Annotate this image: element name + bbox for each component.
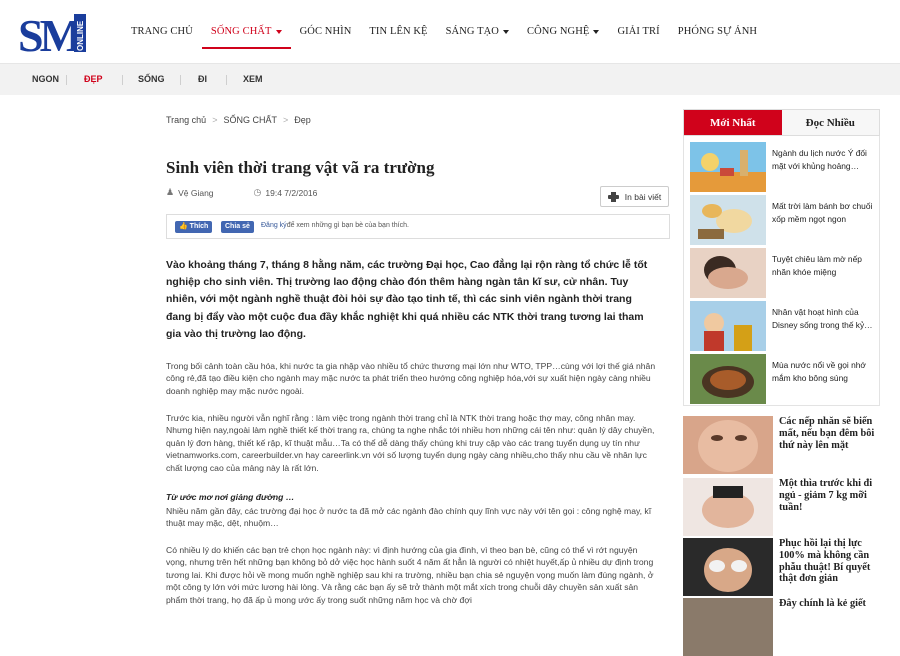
- tab-moi-nhat[interactable]: Mới Nhất: [684, 110, 782, 135]
- nav-song-chat[interactable]: SỐNG CHẤT: [201, 0, 291, 63]
- site-logo[interactable]: SM ONLINE: [18, 11, 86, 55]
- thumbnail-image[interactable]: [690, 142, 766, 192]
- nav-tin-len-ke[interactable]: TIN LÊN KỆ: [360, 0, 436, 63]
- breadcrumb: Trang chủ > SỐNG CHẤT > Đẹp: [166, 115, 311, 125]
- subnav-song[interactable]: SỐNG: [138, 64, 165, 96]
- nav-goc-nhin[interactable]: GÓC NHÌN: [291, 0, 361, 63]
- article-paragraph: Trong bối cảnh toàn cầu hóa, khi nước ta…: [166, 361, 656, 396]
- thumbnail-image[interactable]: [690, 195, 766, 245]
- divider: [180, 75, 181, 85]
- list-item[interactable]: Mất trời làm bánh bơ chuối xốp mềm ngọt …: [690, 195, 876, 245]
- article-paragraph: Trước kia, nhiều người vẫn nghĩ rằng : l…: [166, 413, 655, 473]
- nav-sang-tao[interactable]: SÁNG TẠO: [437, 0, 518, 63]
- user-icon: ♟: [166, 187, 175, 197]
- chevron-down-icon: [275, 29, 282, 34]
- list-item[interactable]: Tuyệt chiêu làm mờ nếp nhăn khóe miệng: [690, 248, 876, 298]
- divider: [122, 75, 123, 85]
- promo-title[interactable]: Phục hồi lại thị lực 100% mà không cần p…: [779, 538, 883, 585]
- nav-cong-nghe[interactable]: CÔNG NGHỆ: [518, 0, 608, 63]
- article-title: Sinh viên thời trang vật vã ra trường: [166, 158, 435, 177]
- article-paragraph: Có nhiều lý do khiến các bạn trẻ chọn họ…: [166, 545, 654, 605]
- article-datetime: 19:4 7/2/2016: [265, 187, 318, 198]
- list-item-title[interactable]: Mùa nước nổi về gọi nhớ mắm kho bông sún…: [772, 359, 878, 384]
- nav-phong-su-anh[interactable]: PHÓNG SỰ ẢNH: [669, 0, 766, 63]
- promo-title[interactable]: Một thìa trước khi đi ngủ - giảm 7 kg mỡ…: [779, 478, 883, 513]
- subnav-xem[interactable]: XEM: [243, 64, 263, 96]
- promo-item[interactable]: Đây chính là kẻ giết: [683, 598, 883, 656]
- promo-item[interactable]: Một thìa trước khi đi ngủ - giảm 7 kg mỡ…: [683, 478, 883, 536]
- list-item-title[interactable]: Mất trời làm bánh bơ chuối xốp mềm ngọt …: [772, 200, 878, 225]
- fb-text: Đăng kýđể xem những gì bạn bè của bạn th…: [261, 222, 409, 229]
- list-item-title[interactable]: Nhân vật hoạt hình của Disney sống trong…: [772, 306, 878, 331]
- nav-giai-tri[interactable]: GIẢI TRÍ: [608, 0, 668, 63]
- list-item-title[interactable]: Tuyệt chiêu làm mờ nếp nhăn khóe miệng: [772, 253, 878, 278]
- fb-register-link[interactable]: Đăng ký: [261, 222, 287, 229]
- tab-doc-nhieu[interactable]: Đọc Nhiều: [781, 110, 879, 135]
- promo-image[interactable]: [683, 416, 773, 474]
- article-subheading: Từ ước mơ nơi giảng đường …: [166, 492, 295, 502]
- fb-like-button[interactable]: 👍 Thích: [175, 221, 213, 233]
- promo-image[interactable]: [683, 478, 773, 536]
- subnav-ngon[interactable]: NGON: [32, 64, 59, 96]
- subnav-di[interactable]: ĐI: [198, 64, 207, 96]
- chevron-down-icon: [502, 29, 509, 34]
- main-nav: TRANG CHỦ SỐNG CHẤT GÓC NHÌN TIN LÊN KỆ …: [122, 0, 766, 63]
- printer-icon: [607, 191, 619, 202]
- chevron-down-icon: [593, 29, 600, 34]
- chevron-right-icon: >: [282, 115, 289, 125]
- promo-item[interactable]: Phục hồi lại thị lực 100% mà không cần p…: [683, 538, 883, 596]
- print-button[interactable]: In bài viết: [600, 186, 669, 207]
- breadcrumb-category[interactable]: Đẹp: [294, 115, 311, 125]
- thumbnail-image[interactable]: [690, 301, 766, 351]
- nav-home[interactable]: TRANG CHỦ: [122, 0, 202, 63]
- promo-image[interactable]: [683, 538, 773, 596]
- article-meta: ♟ Vệ Giang ◷ 19:4 7/2/2016: [166, 187, 317, 198]
- list-item[interactable]: Ngành du lịch nước Ý đối mặt với khủng h…: [690, 142, 876, 192]
- list-item-title[interactable]: Ngành du lịch nước Ý đối mặt với khủng h…: [772, 147, 878, 172]
- thumbnail-image[interactable]: [690, 354, 766, 404]
- fb-share-button[interactable]: Chia sẻ: [221, 221, 254, 233]
- sidebar-tabs: Mới Nhất Đọc Nhiều: [683, 109, 880, 136]
- article-paragraph: Nhiều năm gần đây, các trường đại học ở …: [166, 506, 652, 529]
- subnav-dep[interactable]: ĐẸP: [84, 64, 103, 96]
- facebook-like-box: 👍 Thích Chia sẻ Đăng kýđể xem những gì b…: [166, 214, 670, 239]
- chevron-right-icon: >: [212, 115, 218, 125]
- top-navbar: SM ONLINE TRANG CHỦ SỐNG CHẤT GÓC NHÌN T…: [0, 0, 900, 63]
- sub-navbar: NGON ĐẸP SỐNG ĐI XEM: [0, 63, 900, 95]
- article-author[interactable]: Vệ Giang: [178, 188, 213, 198]
- logo-letters: SM: [18, 11, 83, 55]
- logo-sub: ONLINE: [76, 20, 85, 51]
- divider: [226, 75, 227, 85]
- divider: [66, 75, 67, 85]
- promo-item[interactable]: Các nếp nhăn sẽ biến mất, nếu bạn đêm bô…: [683, 416, 883, 474]
- clock-icon: ◷: [253, 187, 262, 197]
- list-item[interactable]: Nhân vật hoạt hình của Disney sống trong…: [690, 301, 876, 351]
- promo-title[interactable]: Các nếp nhăn sẽ biến mất, nếu bạn đêm bô…: [779, 416, 883, 451]
- breadcrumb-section[interactable]: SỐNG CHẤT: [223, 115, 277, 125]
- list-item[interactable]: Mùa nước nổi về gọi nhớ mắm kho bông sún…: [690, 354, 876, 404]
- thumbnail-image[interactable]: [690, 248, 766, 298]
- promo-title[interactable]: Đây chính là kẻ giết: [779, 598, 883, 610]
- latest-news-list: Ngành du lịch nước Ý đối mặt với khủng h…: [683, 136, 880, 406]
- article-lead: Vào khoảng tháng 7, tháng 8 hằng năm, cá…: [166, 259, 648, 340]
- breadcrumb-home[interactable]: Trang chủ: [166, 115, 206, 125]
- print-label: In bài viết: [624, 191, 662, 202]
- promo-image[interactable]: [683, 598, 773, 656]
